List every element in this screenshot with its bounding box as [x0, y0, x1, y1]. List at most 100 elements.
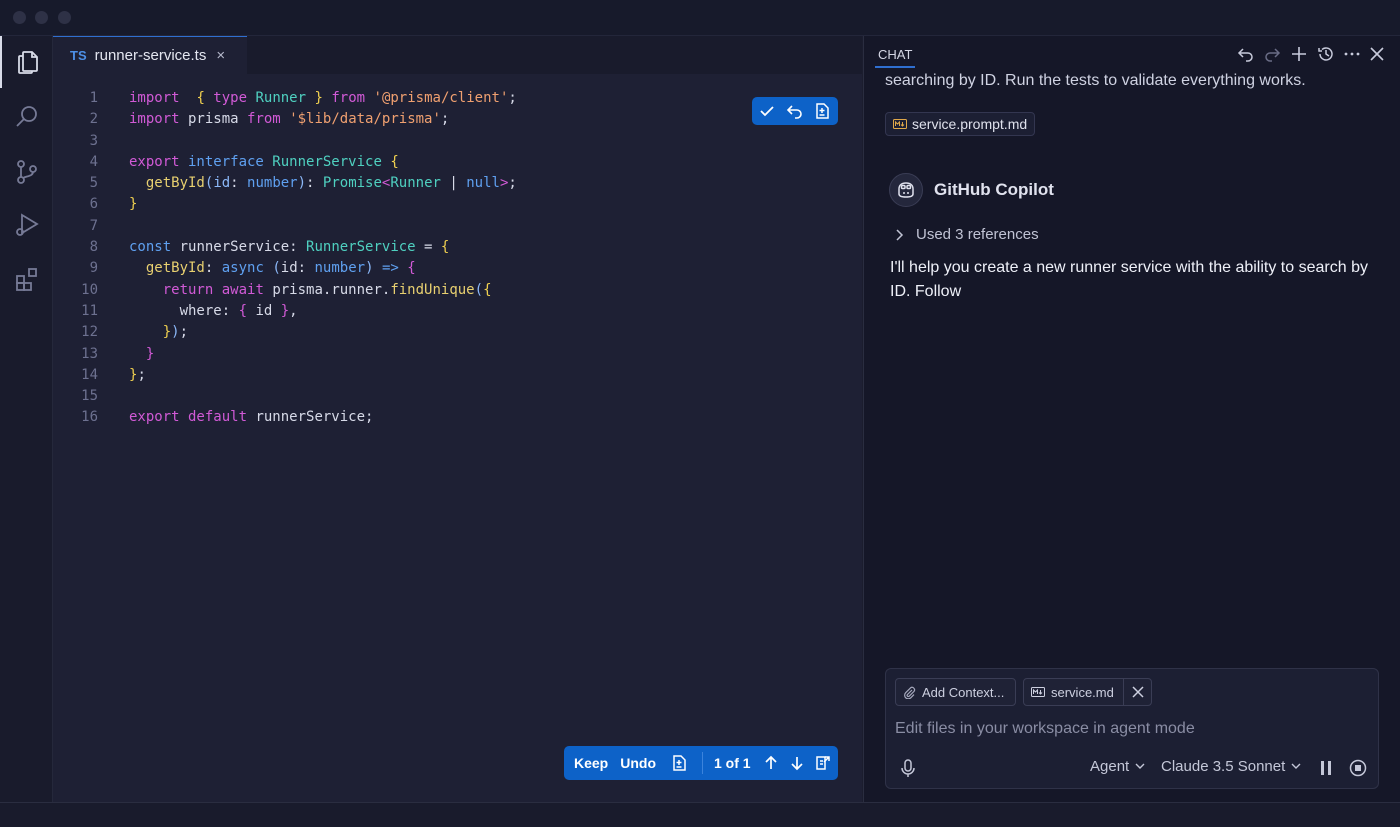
- model-selector[interactable]: Claude 3.5 Sonnet: [1161, 758, 1301, 775]
- more-icon[interactable]: [1343, 45, 1361, 63]
- code-line[interactable]: 5 getById(id: number): Promise<Runner | …: [53, 173, 862, 194]
- undo-icon: [786, 105, 802, 119]
- markdown-icon: [1031, 687, 1045, 697]
- plus-icon[interactable]: [1290, 45, 1308, 63]
- hunk-toolbar: [752, 97, 838, 125]
- search-icon: [15, 106, 37, 127]
- line-number: 13: [81, 345, 98, 362]
- code-line[interactable]: 11 where: { id },: [53, 301, 862, 322]
- line-number: 2: [89, 111, 98, 128]
- diff-editor-icon: [815, 756, 830, 770]
- divider: [702, 752, 703, 774]
- context-file-name: service.md: [1051, 684, 1114, 700]
- line-number: 3: [89, 132, 98, 149]
- next-change-button[interactable]: [788, 754, 806, 772]
- search-button[interactable]: [0, 91, 53, 143]
- keep-button[interactable]: Keep: [574, 755, 608, 771]
- microphone-icon[interactable]: [900, 758, 916, 778]
- code-line[interactable]: 16 export default runnerService;: [53, 407, 862, 428]
- pause-icon[interactable]: [1319, 760, 1333, 776]
- code-line[interactable]: 9 getById: async (id: number) => {: [53, 258, 862, 279]
- chevron-right-icon: [896, 228, 904, 241]
- line-content: }: [129, 196, 138, 213]
- code-editor[interactable]: 1 import { type Runner } from '@prisma/cl…: [53, 88, 862, 429]
- line-content: export interface RunnerService {: [129, 153, 399, 170]
- line-number: 10: [81, 281, 98, 298]
- undo-hunk-button[interactable]: [782, 102, 808, 120]
- line-content: getById: async (id: number) => {: [145, 260, 416, 277]
- active-tab-indicator: [875, 66, 915, 68]
- user-message-text: searching by ID. Run the tests to valida…: [885, 72, 1306, 89]
- line-content: };: [129, 366, 146, 383]
- add-context-button[interactable]: Add Context...: [895, 678, 1016, 706]
- run-debug-button[interactable]: [0, 199, 53, 251]
- view-diff-button[interactable]: [670, 754, 688, 772]
- diff-file-icon: [816, 103, 829, 119]
- explorer-button[interactable]: [0, 36, 53, 88]
- previous-change-button[interactable]: [762, 754, 780, 772]
- code-line[interactable]: 15: [53, 386, 862, 407]
- redo-icon[interactable]: [1263, 45, 1281, 63]
- remove-context-icon[interactable]: [1132, 686, 1144, 698]
- code-line[interactable]: 12 });: [53, 322, 862, 343]
- code-line[interactable]: 6}: [53, 194, 862, 215]
- line-number: 4: [89, 153, 98, 170]
- divider: [1122, 679, 1124, 705]
- line-number: 1: [89, 90, 98, 106]
- stop-icon[interactable]: [1349, 759, 1367, 777]
- code-line[interactable]: 13 }: [53, 344, 862, 365]
- chat-input-field[interactable]: Edit files in your workspace in agent mo…: [895, 720, 1195, 738]
- avatar: [889, 173, 923, 207]
- code-line[interactable]: 4 export interface RunnerService {: [53, 152, 862, 173]
- review-changes-bar: Keep Undo 1 of 1: [564, 746, 838, 780]
- used-references-label: Used 3 references: [916, 226, 1039, 243]
- code-line[interactable]: 1 import { type Runner } from '@prisma/cl…: [53, 88, 862, 109]
- code-line[interactable]: 14};: [53, 365, 862, 386]
- markdown-icon: [893, 119, 907, 129]
- accept-hunk-button[interactable]: [752, 102, 782, 120]
- line-number: 14: [81, 366, 98, 383]
- code-line[interactable]: 2 import prisma from '$lib/data/prisma';: [53, 109, 862, 130]
- window-close-button[interactable]: [13, 11, 26, 24]
- assistant-name: GitHub Copilot: [934, 180, 1054, 199]
- code-line[interactable]: 7: [53, 216, 862, 237]
- source-control-button[interactable]: [0, 146, 53, 198]
- line-number: 7: [89, 217, 98, 234]
- undo-icon[interactable]: [1237, 45, 1255, 63]
- open-changes-button[interactable]: [814, 754, 832, 772]
- assistant-response-text: I'll help you create a new runner servic…: [890, 259, 1368, 300]
- close-icon[interactable]: [1368, 45, 1386, 63]
- code-line[interactable]: 8 const runnerService: RunnerService = {: [53, 237, 862, 258]
- used-references-toggle[interactable]: Used 3 references: [894, 226, 1039, 243]
- code-line[interactable]: 3: [53, 131, 862, 152]
- line-content: const runnerService: RunnerService = {: [129, 239, 450, 256]
- line-number: 9: [89, 260, 98, 277]
- code-line[interactable]: 10 return await prisma.runner.findUnique…: [53, 280, 862, 301]
- extensions-button[interactable]: [0, 253, 53, 305]
- window-minimize-button[interactable]: [35, 11, 48, 24]
- change-counter: 1 of 1: [714, 755, 751, 771]
- files-icon: [17, 51, 38, 74]
- diff-file-icon: [673, 755, 686, 771]
- run-debug-icon: [15, 213, 39, 236]
- window-maximize-button[interactable]: [58, 11, 71, 24]
- tab-runner-service[interactable]: TS runner-service.ts ×: [53, 36, 247, 74]
- attached-file-chip[interactable]: service.prompt.md: [885, 112, 1036, 136]
- activity-bar: [0, 36, 53, 802]
- mode-selector[interactable]: Agent: [1090, 758, 1145, 775]
- line-content: where: { id },: [129, 302, 298, 319]
- line-content: import { type Runner } from '@prisma/cli…: [129, 90, 517, 106]
- tab-filename: runner-service.ts: [94, 47, 207, 64]
- source-control-icon: [16, 160, 37, 184]
- undo-button[interactable]: Undo: [620, 755, 656, 771]
- line-number: 15: [81, 388, 98, 405]
- history-icon[interactable]: [1317, 45, 1335, 63]
- chevron-down-icon: [1135, 763, 1145, 769]
- line-content: return await prisma.runner.findUnique({: [162, 281, 492, 298]
- tab-close-button[interactable]: ×: [216, 47, 225, 64]
- open-diff-button[interactable]: [808, 102, 836, 120]
- typescript-file-icon: TS: [70, 48, 87, 63]
- line-number: 8: [89, 239, 98, 256]
- context-file-chip[interactable]: service.md: [1023, 678, 1152, 706]
- line-content: }: [145, 345, 155, 362]
